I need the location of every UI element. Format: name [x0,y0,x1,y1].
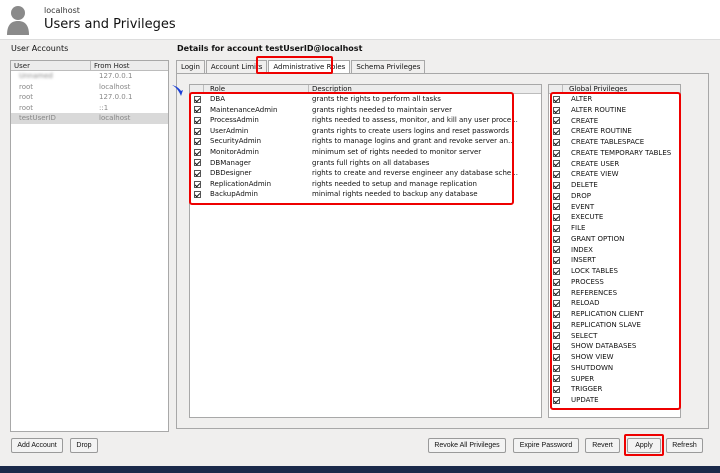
account-row[interactable]: Unnamed 127.0.0.1 [11,71,168,82]
privileges-highlight-box [550,92,681,410]
expire-password-button[interactable]: Expire Password [513,438,579,453]
details-title: Details for account testUserID@localhost [177,44,363,53]
user-accounts-table[interactable]: User From Host Unnamed 127.0.0.1 root local… [10,60,169,432]
tab-highlight-box [256,56,333,74]
header: localhost Users and Privileges [0,0,720,40]
account-row[interactable]: root::1 [11,103,168,114]
account-row[interactable]: root 127.0.0.1 [11,92,168,103]
account-user: root [19,103,34,112]
apply-highlight-box [624,434,664,456]
tab-login[interactable]: Login [176,60,205,73]
host-label: localhost [44,6,80,15]
roles-highlight-box [189,92,514,205]
add-account-button[interactable]: Add Account [11,438,63,453]
user-avatar-icon [7,6,29,35]
account-host: ::1 [99,103,109,112]
account-user: root [19,93,34,101]
page-title: Users and Privileges [44,17,176,32]
taskbar-strip [0,466,720,473]
user-accounts-title: User Accounts [11,44,69,53]
column-from-host[interactable]: From Host [91,61,130,70]
revert-button[interactable]: Revert [585,438,620,453]
account-host: localhost [99,82,131,91]
tab-schema-privileges[interactable]: Schema Privileges [351,60,426,73]
account-host: localhost [99,114,131,122]
refresh-button[interactable]: Refresh [666,438,703,453]
account-user: testUserID [19,114,56,122]
pointer-arrow-icon [172,85,183,96]
account-user: Unnamed [19,72,53,80]
accounts-rows: Unnamed 127.0.0.1 root localhost root 127.0.0… [11,71,168,124]
account-host: 127.0.0.1 [99,93,133,101]
account-row[interactable]: root localhost [11,82,168,93]
accounts-header: User From Host [11,61,168,71]
drop-button[interactable]: Drop [70,438,98,453]
account-row[interactable]: testUserID localhost [11,113,168,124]
revoke-all-privileges-button[interactable]: Revoke All Privileges [428,438,506,453]
account-host: 127.0.0.1 [99,72,133,80]
account-user: root [19,82,34,91]
column-user[interactable]: User [11,61,91,70]
